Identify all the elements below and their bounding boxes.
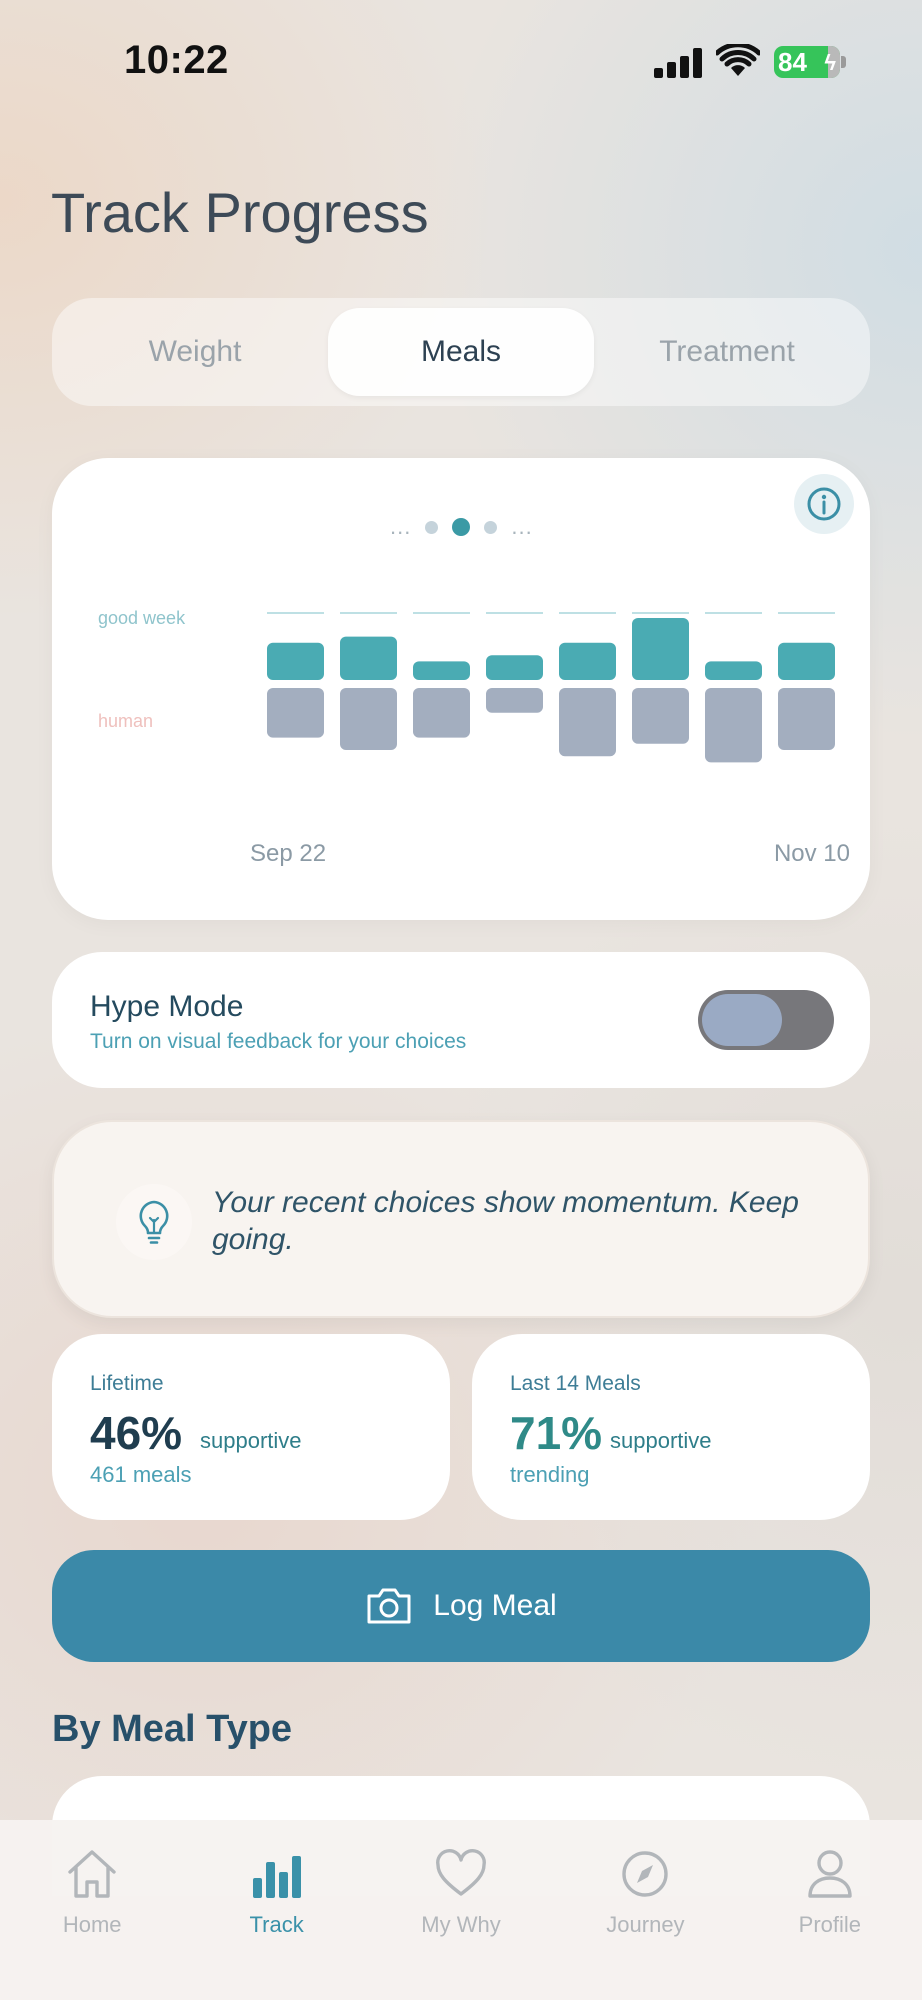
tab-meals[interactable]: Meals — [328, 308, 594, 396]
battery-indicator: 84 ϟ — [774, 46, 846, 78]
human-bar — [267, 688, 324, 738]
bar-chart-icon — [252, 1856, 301, 1898]
human-bar — [632, 688, 689, 744]
human-bar — [486, 688, 543, 713]
status-time: 10:22 — [124, 38, 229, 82]
lifetime-meals-count: 461 meals — [90, 1462, 192, 1487]
human-bar — [705, 688, 762, 763]
nav-profile-label: Profile — [798, 1912, 861, 1937]
status-bar: 10:22 84 ϟ — [0, 0, 922, 120]
cellular-signal-icon — [654, 48, 702, 78]
lifetime-value: 46% — [90, 1407, 183, 1459]
nav-journey[interactable]: Journey — [553, 1820, 737, 2000]
segmented-tabs: Weight Meals Treatment — [52, 298, 870, 406]
supportive-bar — [340, 636, 397, 680]
chart-end-date: Nov 10 — [773, 840, 850, 867]
hype-mode-card: Hype Mode Turn on visual feedback for yo… — [52, 952, 870, 1088]
hype-mode-title: Hype Mode — [90, 990, 244, 1023]
person-icon — [808, 1850, 852, 1898]
supportive-bar — [778, 642, 835, 680]
nav-my-why[interactable]: My Why — [369, 1820, 553, 2000]
last14-trend: trending — [510, 1462, 590, 1487]
log-meal-label: Log Meal — [433, 1589, 557, 1622]
nav-my-why-label: My Why — [421, 1912, 501, 1937]
log-meal-button[interactable]: Log Meal — [52, 1550, 870, 1662]
tab-weight[interactable]: Weight — [62, 308, 328, 396]
bottom-nav: Home Track My Why Journey Profile — [0, 1820, 922, 2000]
nav-home[interactable]: Home — [0, 1820, 184, 2000]
human-bar — [778, 688, 835, 750]
nav-home-label: Home — [62, 1912, 122, 1937]
supportive-bar — [559, 642, 616, 680]
insight-card: Your recent choices show momentum. Keep … — [52, 1120, 870, 1318]
insight-message: Your recent choices show momentum. Keep … — [212, 1186, 799, 1256]
hype-mode-subtitle: Turn on visual feedback for your choices — [90, 1030, 467, 1053]
by-meal-type-heading: By Meal Type — [52, 1708, 293, 1750]
tab-treatment[interactable]: Treatment — [594, 308, 860, 396]
lifetime-unit: supportive — [200, 1428, 302, 1453]
supportive-bar — [705, 661, 762, 680]
battery-level: 84 — [778, 46, 807, 77]
last14-value: 71% — [510, 1407, 603, 1459]
charging-bolt-icon: ϟ — [824, 50, 836, 75]
supportive-bar — [267, 642, 324, 680]
nav-track-label: Track — [249, 1912, 304, 1937]
lifetime-label: Lifetime — [90, 1372, 164, 1395]
supportive-bar — [413, 661, 470, 680]
wifi-icon — [716, 44, 760, 76]
meals-chart-card[interactable]: ... ... good week human Sep 22 Nov 10 — [52, 458, 870, 920]
heart-icon — [436, 1849, 486, 1896]
nav-journey-label: Journey — [606, 1912, 685, 1937]
meals-bar-chart — [267, 612, 835, 763]
last14-stat-card: Last 14 Meals 71% supportive trending — [472, 1334, 870, 1520]
lifetime-stat-card: Lifetime 46% supportive 461 meals — [52, 1334, 450, 1520]
nav-track[interactable]: Track — [184, 1820, 368, 2000]
last14-label: Last 14 Meals — [510, 1372, 641, 1395]
toggle-knob — [702, 994, 782, 1046]
camera-icon — [367, 1588, 411, 1624]
supportive-bar — [632, 618, 689, 680]
human-bar — [340, 688, 397, 750]
chart-start-date: Sep 22 — [250, 840, 327, 867]
home-icon — [68, 1850, 116, 1898]
lightbulb-icon — [116, 1184, 192, 1260]
page-title: Track Progress — [51, 181, 429, 244]
compass-icon — [622, 1851, 669, 1897]
human-bar — [413, 688, 470, 738]
nav-profile[interactable]: Profile — [738, 1820, 922, 2000]
last14-unit: supportive — [610, 1428, 712, 1453]
hype-mode-toggle[interactable] — [698, 990, 834, 1050]
supportive-bar — [486, 655, 543, 680]
human-bar — [559, 688, 616, 757]
